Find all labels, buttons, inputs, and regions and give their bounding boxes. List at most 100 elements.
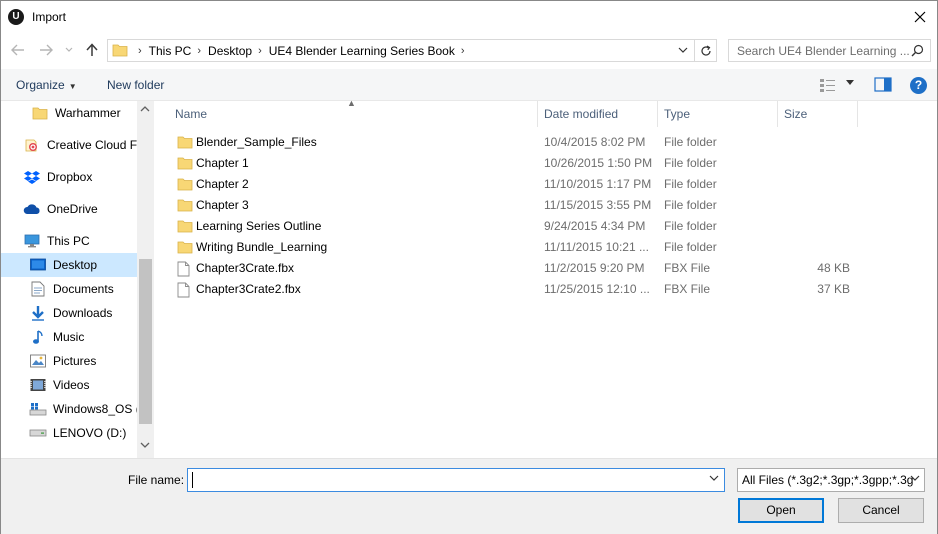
unreal-engine-logo-icon: U [8, 9, 24, 25]
folder-icon [31, 104, 49, 122]
column-header-date-modified[interactable]: Date modified [538, 101, 658, 127]
address-history-chevron-icon[interactable] [678, 43, 688, 57]
import-dialog: U Import › This PC › Desktop › UE4 Blend… [0, 0, 938, 534]
cancel-button[interactable]: Cancel [838, 498, 924, 523]
breadcrumb-separator-icon[interactable]: › [461, 45, 465, 57]
dropbox-icon [23, 168, 41, 186]
organize-button[interactable]: Organize ▼ [16, 78, 77, 92]
file-name-input[interactable] [187, 468, 725, 492]
sidebar-item-downloads[interactable]: Downloads [1, 301, 137, 325]
windows-drive-icon [29, 400, 47, 418]
view-options-chevron-icon[interactable] [846, 80, 854, 86]
sidebar-item-label: This PC [47, 234, 90, 248]
folder-row[interactable]: Learning Series Outline 9/24/2015 4:34 PM… [155, 216, 855, 237]
videos-icon [29, 376, 47, 394]
folder-row[interactable]: Chapter 2 11/10/2015 1:17 PM File folder [155, 174, 855, 195]
sidebar-item-videos[interactable]: Videos [1, 373, 137, 397]
command-bar: Organize ▼ New folder ? [1, 69, 937, 101]
file-name: Blender_Sample_Files [196, 135, 317, 149]
refresh-icon [700, 44, 711, 56]
file-name: Chapter3Crate.fbx [196, 261, 295, 275]
file-type: File folder [664, 240, 717, 254]
sidebar-item-label: Music [53, 330, 85, 344]
documents-icon [29, 280, 47, 298]
file-type: File folder [664, 198, 717, 212]
date-modified: 10/4/2015 8:02 PM [544, 135, 646, 149]
sidebar-item-lenovo-d[interactable]: LENOVO (D:) [1, 421, 137, 445]
breadcrumb-current-folder[interactable]: UE4 Blender Learning Series Book [269, 44, 455, 58]
search-input[interactable]: Search UE4 Blender Learning ... [737, 44, 909, 58]
scrollbar-thumb[interactable] [139, 259, 152, 424]
file-icon [177, 282, 193, 298]
file-row[interactable]: Chapter3Crate.fbx 11/2/2015 9:20 PM FBX Fi… [155, 258, 855, 279]
scroll-up-icon[interactable] [140, 105, 150, 113]
scroll-down-icon[interactable] [140, 441, 150, 449]
folder-row[interactable]: Chapter 1 10/26/2015 1:50 PM File folder [155, 153, 855, 174]
file-type: File folder [664, 177, 717, 191]
file-row[interactable]: Chapter3Crate2.fbx 11/25/2015 12:10 ... FB… [155, 279, 855, 300]
sidebar-item-warhammer[interactable]: Warhammer [1, 101, 137, 125]
recent-locations-button[interactable] [62, 41, 76, 59]
sidebar-item-label: Desktop [53, 258, 98, 272]
address-bar[interactable]: › This PC › Desktop › UE4 Blender Learni… [107, 39, 717, 62]
breadcrumb-this-pc[interactable]: This PC [149, 44, 192, 58]
sidebar-item-label: Windows8_OS (C [53, 402, 137, 416]
sidebar-item-pictures[interactable]: Pictures [1, 349, 137, 373]
text-cursor [192, 472, 193, 488]
sidebar-item-music[interactable]: Music [1, 325, 137, 349]
pictures-icon [29, 352, 47, 370]
refresh-button[interactable] [694, 40, 716, 61]
column-header-type[interactable]: Type [658, 101, 778, 127]
back-button[interactable] [9, 41, 27, 59]
folder-icon [177, 135, 193, 151]
date-modified: 11/10/2015 1:17 PM [544, 177, 652, 191]
new-folder-button[interactable]: New folder [107, 78, 164, 92]
sidebar-item-creative-cloud-fil[interactable]: Creative Cloud Fil [1, 133, 137, 157]
sidebar-item-windows8-os-c[interactable]: Windows8_OS (C [1, 397, 137, 421]
preview-pane-icon[interactable] [874, 77, 892, 92]
sidebar-item-label: Dropbox [47, 170, 93, 184]
forward-button[interactable] [37, 41, 55, 59]
up-button[interactable] [83, 41, 101, 59]
folder-row[interactable]: Chapter 3 11/15/2015 3:55 PM File folder [155, 195, 855, 216]
file-name-history-chevron-icon[interactable] [709, 475, 719, 482]
sidebar-item-label: Documents [53, 282, 114, 296]
column-header-name[interactable]: Name [169, 101, 538, 127]
navigation-scrollbar[interactable] [137, 101, 154, 458]
date-modified: 11/2/2015 9:20 PM [544, 261, 645, 275]
music-icon [29, 328, 47, 346]
sidebar-item-dropbox[interactable]: Dropbox [1, 165, 137, 189]
file-size [778, 132, 850, 153]
folder-icon [112, 44, 128, 57]
folder-icon [177, 240, 193, 256]
onedrive-icon [23, 200, 41, 218]
breadcrumb-separator-icon[interactable]: › [258, 45, 262, 57]
file-size: 37 KB [817, 282, 850, 296]
search-box[interactable]: Search UE4 Blender Learning ... [728, 39, 931, 62]
folder-row[interactable]: Blender_Sample_Files 10/4/2015 8:02 PM Fil… [155, 132, 855, 153]
breadcrumb-separator-icon[interactable]: › [197, 45, 201, 57]
file-name: Chapter3Crate2.fbx [196, 282, 301, 296]
sidebar-item-this-pc[interactable]: This PC [1, 229, 137, 253]
close-button[interactable] [903, 1, 937, 33]
window-title: Import [32, 10, 67, 24]
sidebar-item-desktop[interactable]: Desktop [1, 253, 137, 277]
breadcrumb-desktop[interactable]: Desktop [208, 44, 252, 58]
file-type-select[interactable]: All Files (*.3g2;*.3gp;*.3gpp;*.3g [737, 468, 925, 492]
sidebar-item-label: Warhammer [55, 106, 121, 120]
help-icon[interactable]: ? [910, 77, 927, 94]
open-button[interactable]: Open [738, 498, 824, 523]
sidebar-item-onedrive[interactable]: OneDrive [1, 197, 137, 221]
date-modified: 11/25/2015 12:10 ... [544, 282, 650, 296]
column-header-size[interactable]: Size [778, 101, 858, 127]
file-size: 48 KB [817, 261, 850, 275]
folder-row[interactable]: Writing Bundle_Learning 11/11/2015 10:21 … [155, 237, 855, 258]
file-type: FBX File [664, 282, 711, 296]
file-type-chevron-icon[interactable] [910, 475, 920, 482]
change-view-icon[interactable] [819, 77, 837, 93]
chevron-down-icon [65, 47, 73, 52]
file-size [778, 153, 850, 174]
folder-icon [177, 198, 193, 214]
file-size [778, 174, 850, 195]
sidebar-item-documents[interactable]: Documents [1, 277, 137, 301]
